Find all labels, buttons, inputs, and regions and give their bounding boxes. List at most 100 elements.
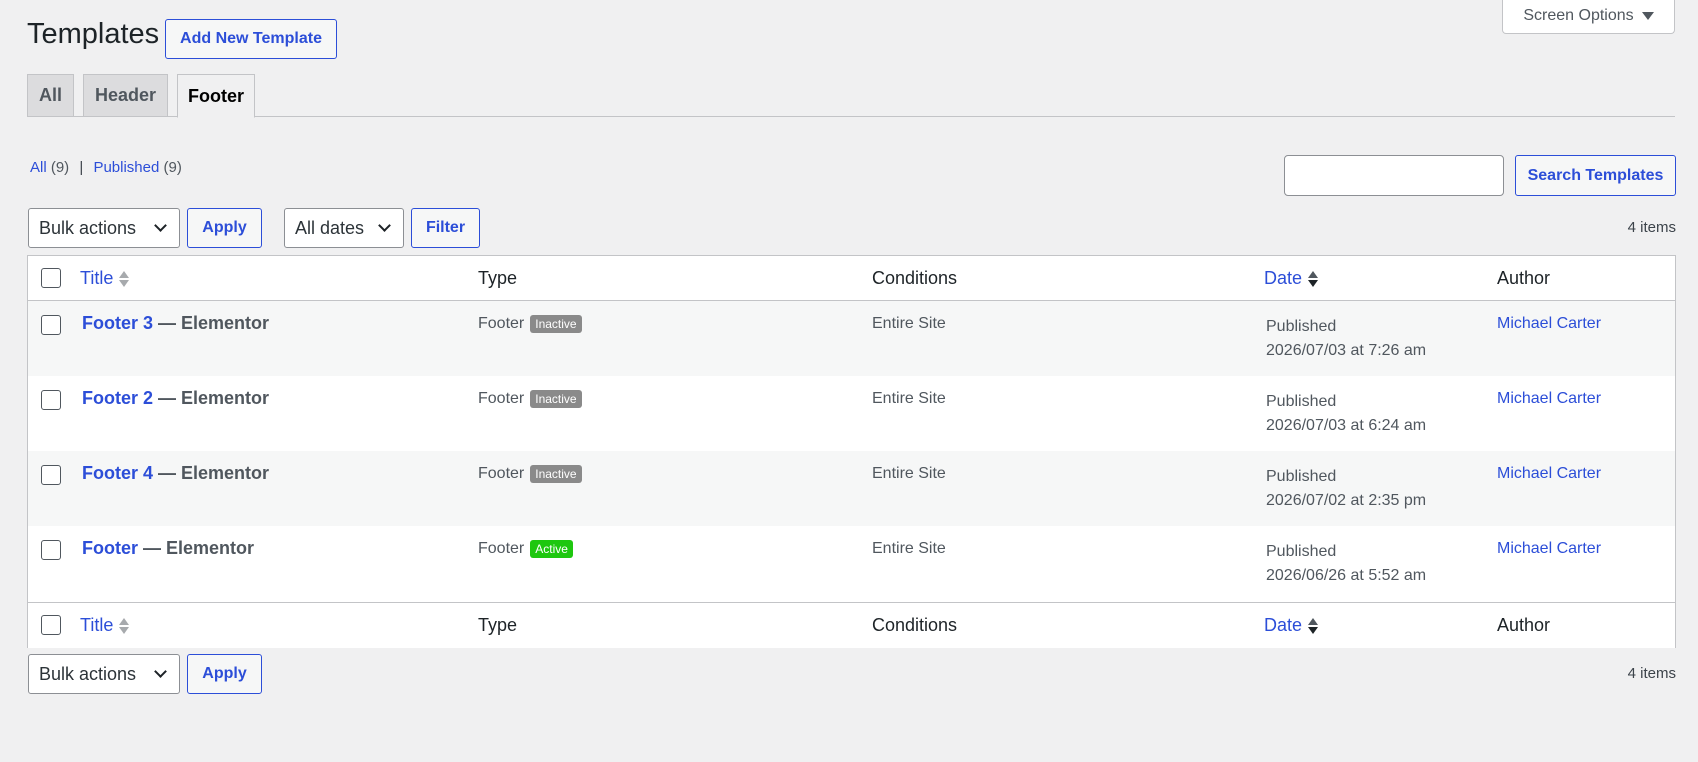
- row-date-value: 2026/07/03 at 7:26 am: [1266, 342, 1427, 359]
- filter-button[interactable]: Filter: [411, 208, 480, 248]
- chevron-down-icon: [154, 665, 167, 678]
- row-title-link[interactable]: Footer 3: [82, 313, 153, 333]
- date-filter-value: All dates: [295, 217, 365, 238]
- status-badge: Inactive: [530, 465, 582, 483]
- column-date-sort-bottom[interactable]: Date: [1264, 615, 1319, 636]
- search-input[interactable]: [1284, 155, 1504, 196]
- row-author-link[interactable]: Michael Carter: [1497, 315, 1601, 333]
- apply-button-bottom[interactable]: Apply: [187, 654, 262, 694]
- date-filter-select[interactable]: All dates: [284, 208, 404, 248]
- table-footer: Title Type Conditions Date Author: [28, 602, 1675, 648]
- bulk-actions-value: Bulk actions: [39, 217, 137, 238]
- row-date: Published 2026/06/26 at 5:52 am: [1266, 540, 1426, 588]
- triangle-down-icon: [1641, 11, 1654, 20]
- row-title-link[interactable]: Footer 2: [82, 388, 153, 408]
- table-row: Footer 4 — Elementor Footer Inactive Ent…: [28, 451, 1675, 526]
- row-title-suffix: — Elementor: [138, 538, 255, 558]
- table-row: Footer 3 — Elementor Footer Inactive Ent…: [28, 301, 1675, 376]
- templates-table: Title Type Conditions Date Author Footer…: [27, 255, 1676, 648]
- tab-header[interactable]: Header: [83, 74, 168, 117]
- row-title: Footer 3 — Elementor: [82, 313, 269, 334]
- row-date-status: Published: [1266, 468, 1337, 485]
- row-checkbox[interactable]: [41, 315, 61, 335]
- column-conditions: Conditions: [872, 268, 958, 288]
- select-all-checkbox-bottom[interactable]: [41, 615, 61, 635]
- screen-options-label: Screen Options: [1523, 6, 1634, 24]
- tab-footer[interactable]: Footer: [177, 74, 255, 118]
- column-type-bottom: Type: [478, 615, 518, 635]
- tab-all[interactable]: All: [27, 74, 74, 117]
- row-title-link[interactable]: Footer: [82, 538, 138, 558]
- row-title-suffix: — Elementor: [153, 313, 270, 333]
- row-author-link[interactable]: Michael Carter: [1497, 465, 1601, 483]
- view-all-count: (9): [50, 159, 70, 176]
- sort-desc-icon: [1308, 270, 1319, 288]
- column-title-sort-bottom[interactable]: Title: [80, 615, 130, 636]
- status-badge: Active: [530, 540, 573, 558]
- row-type: Footer Inactive: [478, 465, 582, 483]
- row-title: Footer — Elementor: [82, 538, 254, 559]
- add-new-template-button[interactable]: Add New Template: [165, 19, 337, 59]
- row-type: Footer Inactive: [478, 315, 582, 333]
- table-header: Title Type Conditions Date Author: [28, 256, 1675, 301]
- row-date: Published 2026/07/03 at 6:24 am: [1266, 390, 1426, 438]
- row-author-link[interactable]: Michael Carter: [1497, 540, 1601, 558]
- chevron-down-icon: [154, 219, 167, 232]
- row-title-link[interactable]: Footer 4: [82, 463, 153, 483]
- column-author-bottom: Author: [1497, 615, 1551, 635]
- row-date-value: 2026/06/26 at 5:52 am: [1266, 567, 1427, 584]
- table-row: Footer 2 — Elementor Footer Inactive Ent…: [28, 376, 1675, 451]
- row-type-label: Footer: [478, 315, 525, 332]
- column-date-sort[interactable]: Date: [1264, 268, 1319, 289]
- column-author: Author: [1497, 268, 1551, 288]
- row-checkbox[interactable]: [41, 465, 61, 485]
- row-type-label: Footer: [478, 390, 525, 407]
- row-title-suffix: — Elementor: [153, 463, 270, 483]
- column-title-sort[interactable]: Title: [80, 268, 130, 289]
- page-title: Templates: [27, 18, 160, 50]
- sort-icon: [119, 270, 130, 288]
- apply-button-top[interactable]: Apply: [187, 208, 262, 248]
- row-author-link[interactable]: Michael Carter: [1497, 390, 1601, 408]
- view-published-count: (9): [163, 159, 182, 176]
- column-title-label: Title: [80, 268, 114, 288]
- row-date-status: Published: [1266, 393, 1337, 410]
- bulk-actions-select-top[interactable]: Bulk actions: [28, 208, 180, 248]
- select-all-checkbox[interactable]: [41, 268, 61, 288]
- row-date-value: 2026/07/03 at 6:24 am: [1266, 417, 1427, 434]
- tabs-divider: [27, 116, 1675, 117]
- row-title-suffix: — Elementor: [153, 388, 270, 408]
- row-date-status: Published: [1266, 543, 1337, 560]
- row-date: Published 2026/07/02 at 2:35 pm: [1266, 465, 1426, 513]
- sort-desc-icon: [1308, 617, 1319, 635]
- view-separator: |: [79, 159, 84, 176]
- column-title-label: Title: [80, 615, 114, 635]
- screen-options-button[interactable]: Screen Options: [1502, 0, 1675, 34]
- row-checkbox[interactable]: [41, 390, 61, 410]
- bulk-actions-value: Bulk actions: [39, 663, 137, 684]
- sort-icon: [119, 617, 130, 635]
- row-conditions: Entire Site: [872, 390, 946, 407]
- row-type-label: Footer: [478, 465, 525, 482]
- row-date-status: Published: [1266, 318, 1337, 335]
- row-checkbox[interactable]: [41, 540, 61, 560]
- table-row: Footer — Elementor Footer Active Entire …: [28, 526, 1675, 601]
- view-published-link[interactable]: Published: [93, 159, 159, 176]
- status-views: All (9) | Published (9): [30, 159, 182, 176]
- row-type: Footer Inactive: [478, 390, 582, 408]
- view-all-link[interactable]: All: [30, 159, 47, 176]
- items-count-top: 4 items: [1627, 219, 1676, 236]
- row-date-value: 2026/07/02 at 2:35 pm: [1266, 492, 1427, 509]
- row-conditions: Entire Site: [872, 465, 946, 482]
- search-templates-button[interactable]: Search Templates: [1515, 155, 1676, 196]
- row-conditions: Entire Site: [872, 540, 946, 557]
- column-date-label: Date: [1264, 615, 1303, 635]
- row-title: Footer 4 — Elementor: [82, 463, 269, 484]
- row-title: Footer 2 — Elementor: [82, 388, 269, 409]
- row-type: Footer Active: [478, 540, 573, 558]
- row-conditions: Entire Site: [872, 315, 946, 332]
- column-type: Type: [478, 268, 518, 288]
- bulk-actions-select-bottom[interactable]: Bulk actions: [28, 654, 180, 694]
- status-badge: Inactive: [530, 315, 582, 333]
- column-conditions-bottom: Conditions: [872, 615, 958, 635]
